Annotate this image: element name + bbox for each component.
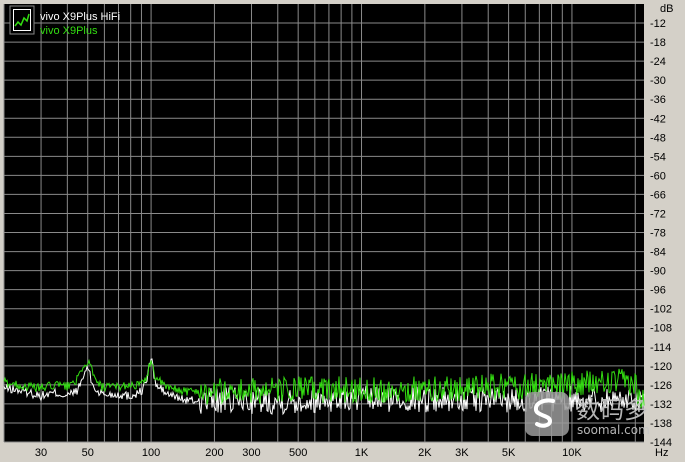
y-tick-label: -48 (650, 132, 666, 144)
y-tick-label: -84 (650, 247, 666, 259)
legend-label-hifi: vivo X9Plus HiFi (40, 11, 120, 23)
y-tick-label: -96 (650, 285, 666, 297)
y-tick-label: -72 (650, 208, 666, 220)
y-tick-label: -60 (650, 170, 666, 182)
y-tick-label: -132 (650, 399, 672, 411)
chart-svg: 30 50 100 200 300 500 1K 2K 3K 5K 10K -12 -18 -24 -30… (3, 3, 673, 459)
y-tick-label: -12 (650, 18, 666, 30)
soomal-logo-icon (525, 392, 569, 436)
y-tick-label: -114 (650, 342, 671, 354)
y-tick-label: -66 (650, 189, 666, 201)
legend-label-standard: vivo X9Plus (40, 25, 98, 37)
x-tick-label: 3K (455, 447, 469, 459)
x-tick-label: 10K (562, 447, 582, 459)
y-tick-label: -42 (650, 113, 666, 125)
y-tick-labels: -12 -18 -24 -30 -36 -42 -48 -54 -60 -66 -72 -78 -84 -… (650, 18, 672, 449)
spectrum-chart: 30 50 100 200 300 500 1K 2K 3K 5K 10K -12 -18 -24 -30… (0, 0, 685, 462)
y-tick-label: -126 (650, 380, 672, 392)
y-tick-label: -102 (650, 304, 672, 316)
x-tick-label: 500 (289, 447, 307, 459)
y-tick-label: -54 (650, 151, 666, 163)
y-tick-label: -36 (650, 94, 666, 106)
y-tick-label: -18 (650, 37, 666, 49)
y-tick-label: -90 (650, 266, 666, 278)
watermark-url-text: soomal.com (577, 423, 650, 437)
watermark: 数码多 soomal.com (525, 392, 650, 437)
y-tick-label: -138 (650, 418, 672, 430)
x-tick-labels: 30 50 100 200 300 500 1K 2K 3K 5K 10K (35, 447, 582, 459)
spectrum-thumbnail-icon (9, 5, 35, 35)
x-unit-label: Hz (655, 447, 668, 459)
y-tick-label: -120 (650, 361, 672, 373)
y-unit-label: dB (660, 3, 673, 15)
watermark-cn-text: 数码多 (576, 396, 648, 424)
plot-area (4, 4, 644, 442)
x-tick-label: 50 (82, 447, 94, 459)
x-tick-label: 5K (502, 447, 516, 459)
y-tick-label: -30 (650, 75, 666, 87)
x-tick-label: 200 (205, 447, 223, 459)
x-tick-label: 100 (142, 447, 160, 459)
x-tick-label: 1K (355, 447, 369, 459)
y-tick-label: -108 (650, 323, 672, 335)
y-tick-label: -24 (650, 56, 666, 68)
x-tick-label: 2K (418, 447, 432, 459)
y-tick-label: -78 (650, 228, 666, 240)
x-tick-label: 300 (242, 447, 260, 459)
x-tick-label: 30 (35, 447, 47, 459)
